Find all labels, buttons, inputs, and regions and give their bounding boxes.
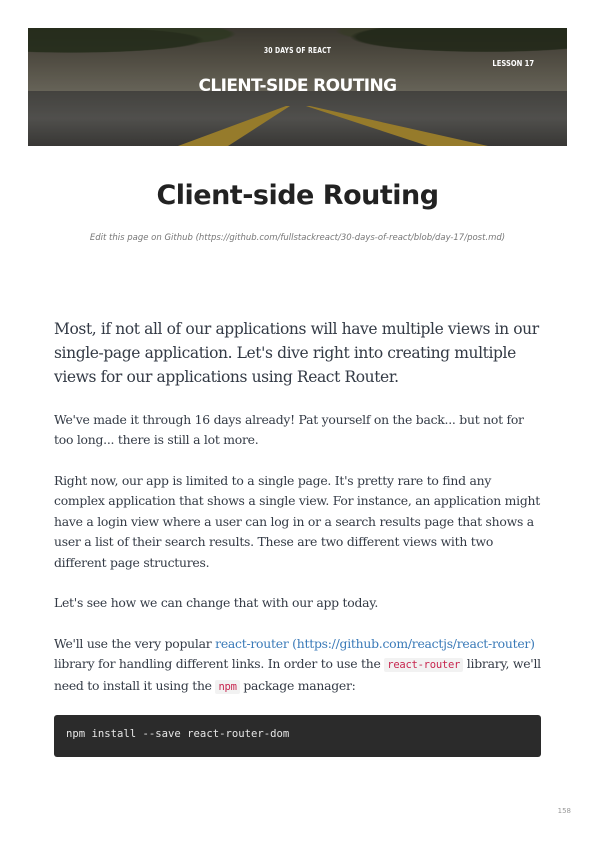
paragraph-change-app: Let's see how we can change that with ou… bbox=[54, 595, 379, 610]
edit-on-github-link[interactable]: Edit this page on Github (https://github… bbox=[0, 233, 595, 243]
react-router-link[interactable]: react-router (https://github.com/reactjs… bbox=[215, 636, 535, 651]
inline-code-react-router: react-router bbox=[384, 658, 464, 673]
page-title: Client-side Routing bbox=[156, 180, 439, 211]
code-block-install: npm install --save react-router-dom bbox=[54, 715, 541, 757]
paragraph-progress: We've made it through 16 days already! P… bbox=[54, 412, 524, 448]
lead-paragraph: Most, if not all of our applications wil… bbox=[54, 320, 539, 386]
banner-lesson-label: LESSON 17 bbox=[492, 59, 534, 68]
lesson-banner: 30 DAYS OF REACT CLIENT-SIDE ROUTING LES… bbox=[28, 28, 567, 146]
paragraph-react-router: We'll use the very popular react-router … bbox=[54, 634, 541, 697]
p4-text-after-link: library for handling different links. In… bbox=[54, 656, 385, 672]
p4-text-before-link: We'll use the very popular bbox=[54, 636, 216, 651]
p4-text-end: package manager: bbox=[239, 677, 356, 693]
banner-series-label: 30 DAYS OF REACT bbox=[263, 46, 332, 55]
page-number: 158 bbox=[557, 807, 571, 815]
paragraph-single-page: Right now, our app is limited to a singl… bbox=[54, 473, 540, 570]
inline-code-npm: npm bbox=[215, 679, 240, 694]
banner-title: CLIENT-SIDE ROUTING bbox=[198, 76, 397, 96]
